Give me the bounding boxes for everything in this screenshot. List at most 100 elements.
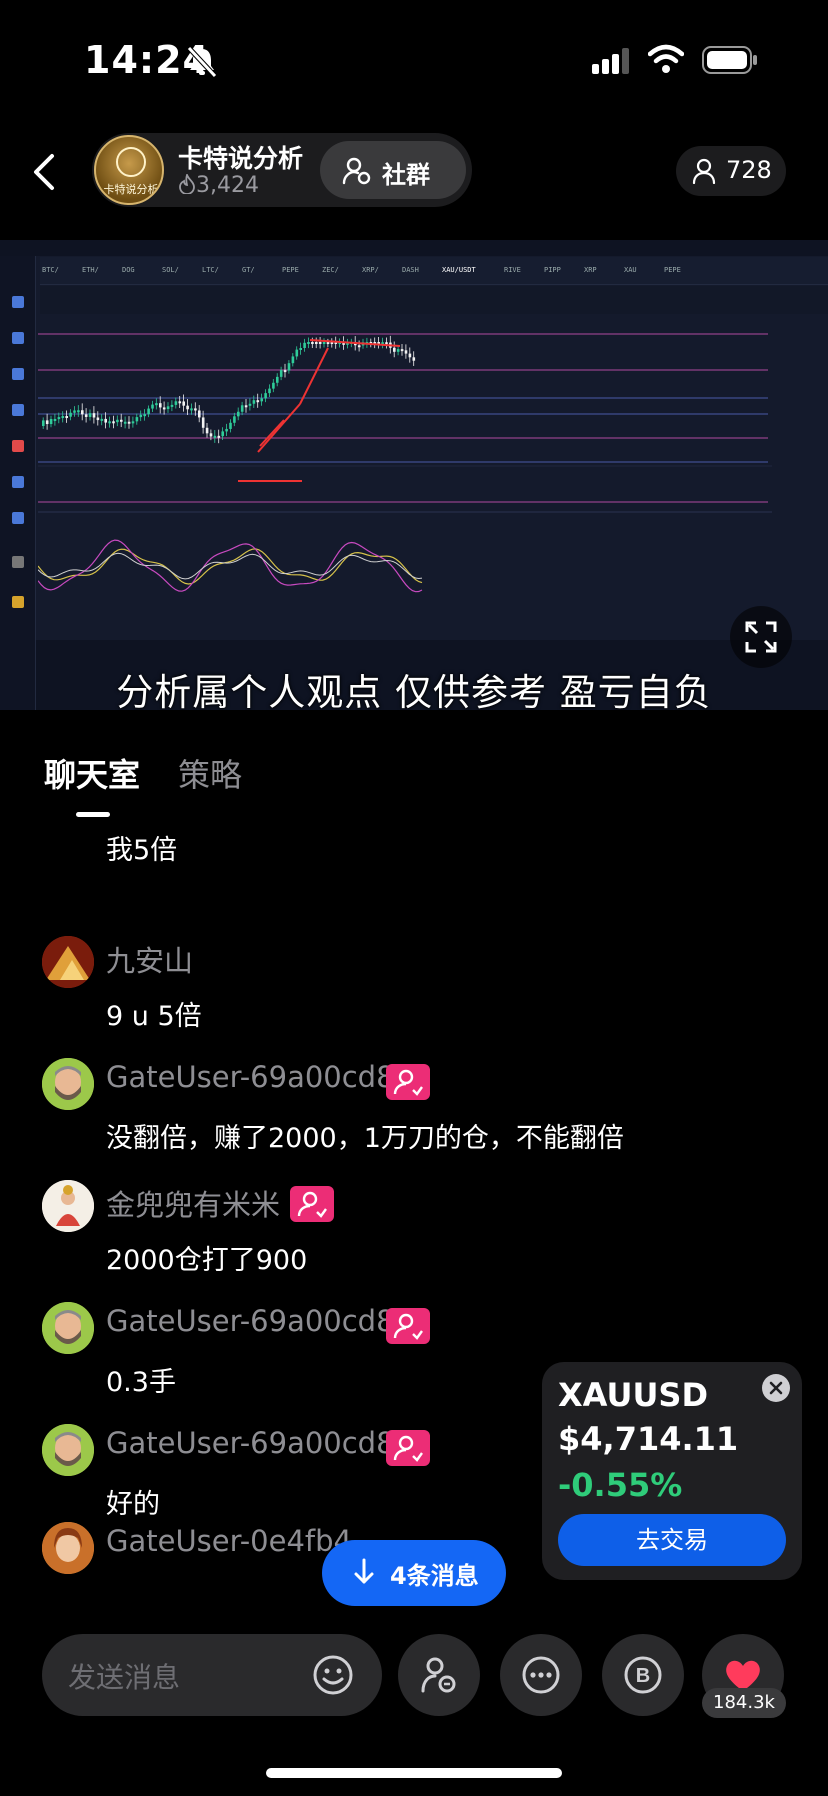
person-icon [692,158,716,184]
trade-button[interactable]: 去交易 [558,1514,786,1566]
candle-body [221,431,224,437]
new-messages-button[interactable]: 4条消息 [322,1540,506,1606]
tab-bar: 聊天室 策略 [0,730,828,820]
more-button[interactable] [500,1634,582,1716]
fan-badge [290,1186,334,1222]
cell-signal-icon [592,48,629,74]
candle-body [233,416,236,423]
candle-body [272,382,275,389]
candle-body [229,422,232,429]
viewer-count-pill[interactable]: 728 [676,146,786,196]
candle-body [53,418,57,421]
emoji-icon[interactable] [312,1654,354,1696]
candle-body [112,421,115,424]
user-avatar[interactable] [42,1058,94,1110]
candle-body [131,421,135,424]
candlestick-chart [38,316,772,640]
candle-body [65,416,68,419]
candle-body [198,410,201,418]
candle-body [178,401,182,404]
ticker-tab: LTC/ [202,266,219,274]
chat-text: 0.3手 [106,1367,176,1398]
chat-text: 2000仓打了900 [106,1245,308,1276]
fan-badge-icon [393,1313,423,1340]
candle-body [194,408,197,411]
candle-body [400,349,404,352]
candle-body [170,404,174,407]
new-messages-label: 4条消息 [390,1562,479,1590]
candle-body [237,411,240,417]
svg-text:B: B [636,1665,650,1687]
user-avatar[interactable] [42,1302,94,1354]
community-button[interactable]: 社群 [320,141,466,199]
ticker-change: -0.55% [558,1466,683,1504]
flame-icon [179,172,195,195]
streamer-logo-text: 卡特说分析 [103,183,159,196]
ticker-tab: ETH/ [82,266,99,274]
back-icon[interactable] [26,150,62,194]
candle-body [123,421,127,424]
status-bar: 14:24 [0,0,828,120]
candle-body [174,401,178,405]
candle-body [92,413,96,418]
candle-body [311,342,314,344]
tab-strategy[interactable]: 策略 [178,750,242,796]
candle-body [252,400,256,404]
user-avatar[interactable] [42,1522,94,1574]
coin-button[interactable]: B [602,1634,684,1716]
candle-body [357,345,361,348]
candle-body [205,427,209,434]
live-video[interactable]: BTC/ETH/DOG SOL/LTC/GT/PEPE ZEC/XRP/DASH XA… [0,240,828,710]
chat-nickname[interactable]: 金兜兜有米米 [106,1182,280,1224]
community-label: 社群 [382,161,430,189]
candle-body [299,347,302,350]
candle-body [393,347,396,352]
candle-body [276,376,279,383]
candle-body [88,413,92,417]
candle-body [244,405,248,408]
candle-body [69,412,72,417]
candle-body [120,419,123,422]
chat-nickname[interactable]: GateUser-69a00cd8 [106,1426,395,1460]
candle-body [139,414,143,418]
ticker-tab: ZEC/ [322,266,339,274]
chat-nickname[interactable]: GateUser-69a00cd8 [106,1060,395,1094]
candle-body [279,370,283,377]
candle-body [315,342,318,344]
candle-body [326,342,330,344]
ticker-tab: GT/ [242,266,255,274]
follow-user-button[interactable] [398,1634,480,1716]
wifi-icon [648,44,684,73]
user-avatar[interactable] [42,1424,94,1476]
ticker-symbol: XAUUSD [558,1376,709,1414]
ticker-tab: XAU/USDT [442,266,476,274]
streamer-card[interactable]: 卡特说分析 卡特说分析 3,424 社群 [92,133,472,207]
fan-badge [386,1064,430,1100]
user-avatar[interactable] [42,936,94,988]
message-placeholder: 发送消息 [68,1661,181,1694]
candle-body [213,435,217,438]
candle-body [104,418,107,423]
more-dots-icon [522,1656,560,1694]
fan-badge-icon [393,1069,423,1096]
candle-body [385,342,388,345]
chat-nickname[interactable]: GateUser-69a00cd8 [106,1304,395,1338]
candle-body [404,350,408,354]
candle-body [248,403,252,406]
ticker-card[interactable]: XAUUSD $4,714.11 -0.55% 去交易 [542,1362,802,1580]
streamer-name: 卡特说分析 [178,144,304,173]
video-sidebar [0,256,36,710]
streamer-avatar[interactable]: 卡特说分析 [94,135,164,205]
battery-icon [702,46,757,74]
tab-chatroom[interactable]: 聊天室 [44,750,140,796]
ticker-tab: BTC/ [42,266,59,274]
candle-body [186,405,189,410]
message-input[interactable]: 发送消息 [42,1634,382,1716]
user-avatar[interactable] [42,1180,94,1232]
coin-b-icon: B [624,1656,662,1694]
fullscreen-button[interactable] [730,606,792,668]
close-icon[interactable] [762,1374,790,1402]
candle-body [283,370,287,373]
chat-nickname[interactable]: 九安山 [106,938,193,980]
candle-body [42,420,45,426]
